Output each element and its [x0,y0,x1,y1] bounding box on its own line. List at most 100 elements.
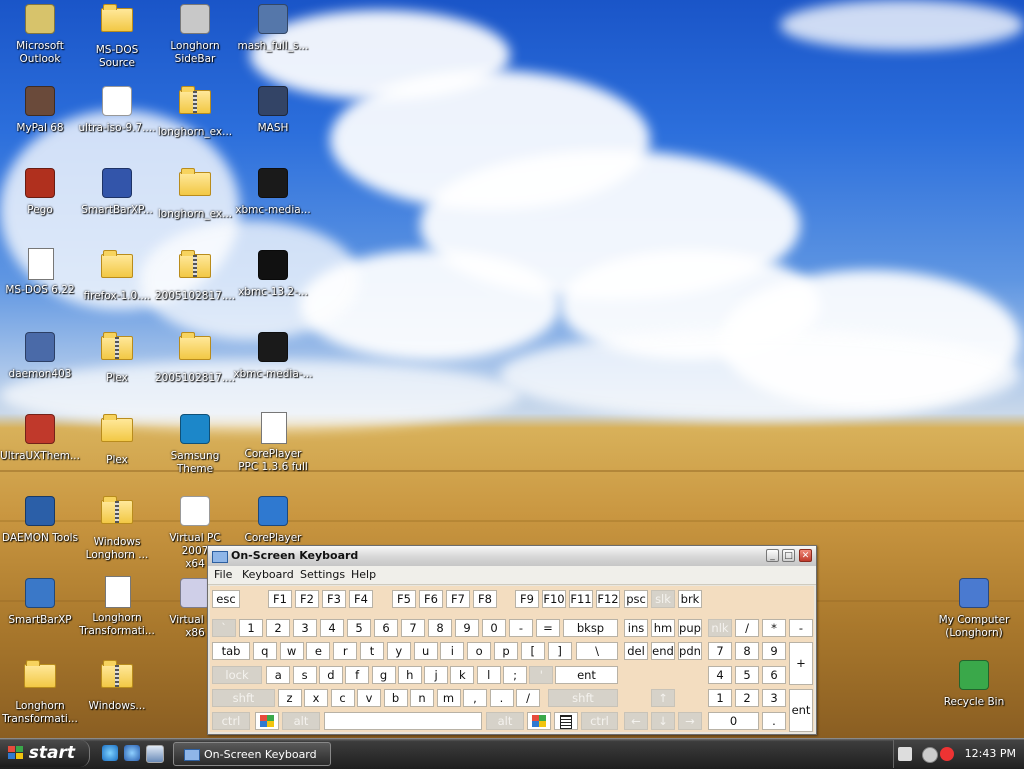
key-r5-10[interactable]: / [516,689,540,707]
key-f11[interactable]: F11 [569,590,593,608]
key-backslash[interactable]: \ [576,642,618,660]
key-r2-6[interactable]: 6 [374,619,398,637]
desktop-icon-lh-transf1[interactable]: Longhorn Transformati... [77,576,157,638]
key-right-shift[interactable]: shft [548,689,618,707]
key-esc[interactable]: esc [212,590,240,608]
desktop-icon-windows-dots[interactable]: Windows... [77,658,157,713]
key-r3-7[interactable]: u [413,642,438,660]
key-r3-2[interactable]: w [279,642,304,660]
key-r2-10[interactable]: 0 [482,619,506,637]
desktop-icon-plex2[interactable]: Plex [77,412,157,467]
key-left-shift[interactable]: shft [212,689,275,707]
key-r2-3[interactable]: 3 [293,619,317,637]
key-numpad-star[interactable]: * [762,619,786,637]
key-left-alt[interactable]: alt [282,712,320,730]
key-r4-8[interactable]: k [450,666,475,684]
desktop-icon-smartbarxp1[interactable]: SmartBarXP... [77,166,157,217]
desktop-icon-sidebar[interactable]: Longhorn SideBar [155,2,235,66]
key-num9[interactable]: 9 [762,642,786,660]
key-right-ctrl[interactable]: ctrl [581,712,618,730]
key-f6[interactable]: F6 [419,590,443,608]
key-num8[interactable]: 8 [735,642,759,660]
desktop-icon-daemontools[interactable]: DAEMON Tools [0,494,80,545]
key-num0[interactable]: 0 [708,712,759,730]
desktop-icon-ultraiso[interactable]: ultra-iso-9.7.... [77,84,157,135]
key-numpad-plus[interactable]: + [789,642,813,685]
desktop-icon-coreplayer[interactable]: CorePlayer [233,494,313,545]
key-r2-9[interactable]: 9 [455,619,479,637]
key-r3-6[interactable]: y [386,642,411,660]
key-num3[interactable]: 3 [762,689,786,707]
key-r4-10[interactable]: ; [503,666,527,684]
key-r3-1[interactable]: q [252,642,277,660]
key-r4-6[interactable]: h [397,666,422,684]
key-num1[interactable]: 1 [708,689,732,707]
taskbar-button-osk[interactable]: On-Screen Keyboard [173,742,331,766]
desktop-icon-d2005b[interactable]: 2005102817.... [155,330,235,385]
key-r2-11[interactable]: - [509,619,533,637]
key-numpad-slash[interactable]: / [735,619,759,637]
key-enter[interactable]: ent [555,666,618,684]
key-psc[interactable]: psc [624,590,648,608]
desktop-icon-samsung[interactable]: Samsung Theme [155,412,235,476]
key-r4-11[interactable]: ' [529,666,554,684]
desktop-icon-lh-ex2[interactable]: longhorn_ex... [155,166,235,221]
desktop-icon-xbmc-media2[interactable]: xbmc-media-... [233,330,313,381]
key-r4-4[interactable]: f [345,666,370,684]
key-ins[interactable]: ins [624,619,648,637]
desktop-icon-mycomputer[interactable]: My Computer (Longhorn) [934,576,1014,640]
ie-alt-icon[interactable] [124,745,140,761]
desktop-icon-firefox10[interactable]: firefox-1.0.... [77,248,157,303]
menu-settings[interactable]: Settings [300,566,345,584]
key-end[interactable]: end [651,642,675,660]
key-num2[interactable]: 2 [735,689,759,707]
key-f8[interactable]: F8 [473,590,497,608]
desktop-icon-xbmc-media1[interactable]: xbmc-media... [233,166,313,217]
key-pdn[interactable]: pdn [678,642,702,660]
key-right-alt[interactable]: alt [486,712,524,730]
key-num7[interactable]: 7 [708,642,732,660]
key-r3-4[interactable]: r [333,642,358,660]
key-f10[interactable]: F10 [542,590,566,608]
key-r2-7[interactable]: 7 [401,619,425,637]
key-r3-12[interactable]: ] [547,642,572,660]
key-arrow-up[interactable]: ↑ [651,689,675,707]
key-f5[interactable]: F5 [392,590,416,608]
close-button[interactable]: ✕ [799,549,812,562]
key-numpad-minus[interactable]: - [789,619,813,637]
key-r4-2[interactable]: s [292,666,317,684]
desktop-icon-lh-ex1[interactable]: longhorn_ex... [155,84,235,139]
key-f7[interactable]: F7 [446,590,470,608]
maximize-button[interactable]: □ [782,549,795,562]
key-bksp[interactable]: bksp [563,619,618,637]
tray-chevron-icon[interactable] [922,747,938,763]
key-num6[interactable]: 6 [762,666,786,684]
desktop-icon-mypal[interactable]: MyPal 68 [0,84,80,135]
key-arrow-down[interactable]: ↓ [651,712,675,730]
key-r5-9[interactable]: . [489,689,514,707]
key-r2-12[interactable]: = [536,619,560,637]
key-r4-9[interactable]: l [476,666,501,684]
desktop-icon-xbmc13[interactable]: xbmc-13.2-... [233,248,313,299]
desktop-icon-recyclebin[interactable]: Recycle Bin [934,658,1014,709]
key-r3-8[interactable]: i [440,642,465,660]
desktop-icon-daemon403[interactable]: daemon403 [0,330,80,381]
menu-help[interactable]: Help [351,566,376,584]
key-numpad-enter[interactable]: ent [789,689,813,732]
minimize-button[interactable]: _ [766,549,779,562]
show-desktop-icon[interactable] [146,745,164,763]
desktop-icon-msdos622[interactable]: MS-DOS 6.22 [0,248,80,297]
key-num5[interactable]: 5 [735,666,759,684]
key-r5-4[interactable]: v [357,689,381,707]
desktop-icon-plex1[interactable]: Plex [77,330,157,385]
desktop-icon-smartbarxp2[interactable]: SmartBarXP [0,576,80,627]
key-space[interactable] [324,712,482,730]
ie-icon[interactable] [102,745,118,761]
key-nlk[interactable]: nlk [708,619,732,637]
key-tab[interactable]: tab [212,642,250,660]
key-slk[interactable]: slk [651,590,675,608]
menu-keyboard[interactable]: Keyboard [242,566,294,584]
desktop-icon-coreplayer-ppc[interactable]: CorePlayer PPC 1.3.6 full [233,412,313,474]
key-f12[interactable]: F12 [596,590,620,608]
security-tray-icon[interactable] [940,747,954,761]
